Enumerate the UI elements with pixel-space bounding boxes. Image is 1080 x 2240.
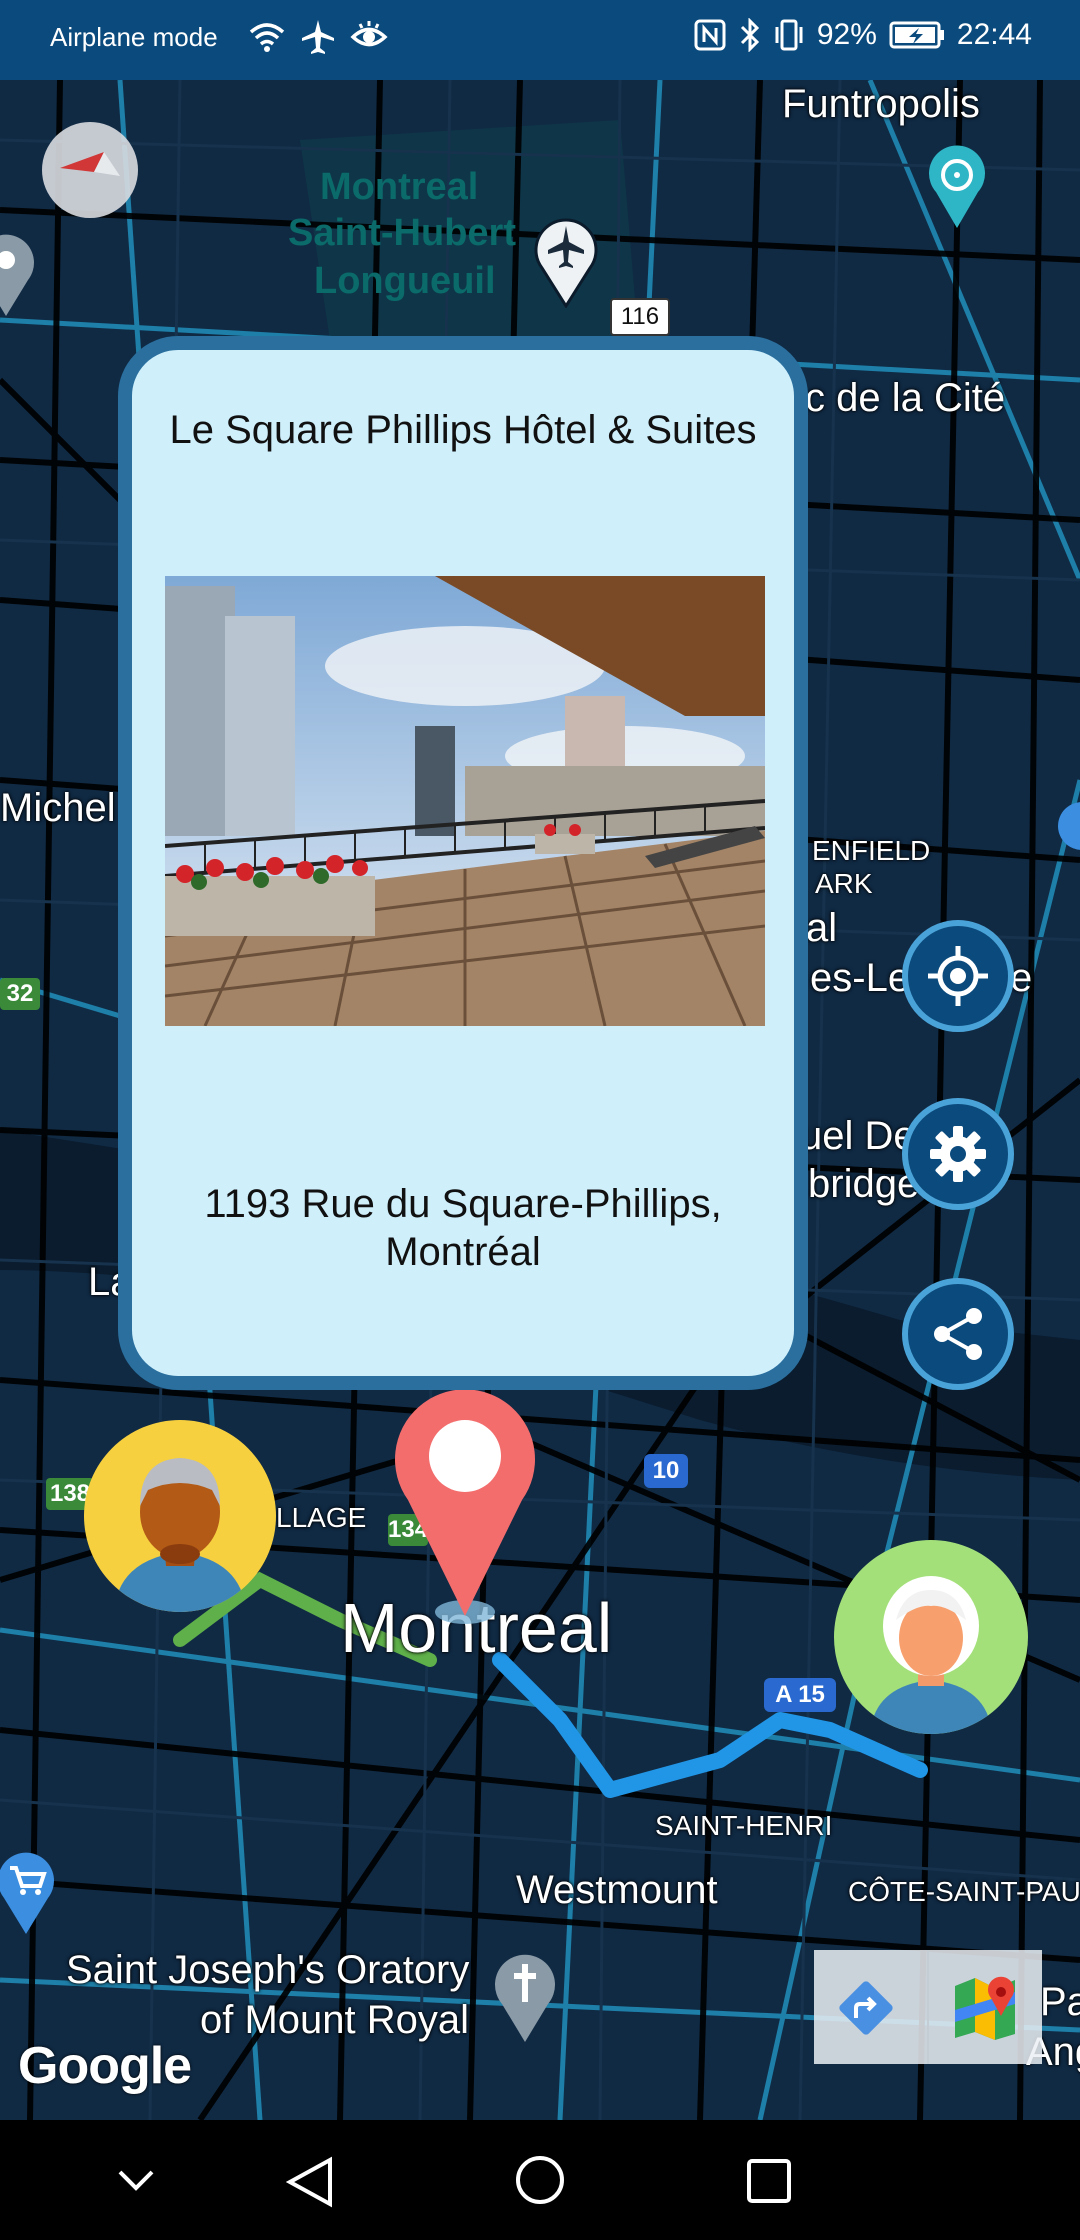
airplane-mode-text: Airplane mode <box>50 22 218 52</box>
status-bar: Airplane mode 92% 22:44 <box>0 0 1080 80</box>
destination-marker-icon[interactable] <box>392 1390 538 1630</box>
nav-back-button[interactable] <box>250 2120 370 2240</box>
my-location-button[interactable] <box>902 920 1014 1032</box>
user-avatar-woman[interactable] <box>834 1540 1028 1734</box>
road-shield-32: 32 <box>0 978 40 1010</box>
battery-percent: 92% <box>816 18 877 51</box>
compass-button[interactable] <box>42 122 138 218</box>
label-airport-1: Montreal <box>320 166 479 208</box>
place-info-card[interactable]: Le Square Phillips Hôtel & Suites 1193 R… <box>118 336 808 1390</box>
eye-icon <box>350 21 388 47</box>
place-title: Le Square Phillips Hôtel & Suites <box>169 408 757 452</box>
label-village: LLAGE <box>276 1502 367 1533</box>
my-location-icon <box>928 946 988 1006</box>
blue-edge-pin-icon[interactable] <box>1056 800 1080 870</box>
hotel-terrace-photo <box>165 576 765 1026</box>
man-avatar-icon <box>114 1458 246 1612</box>
label-westmount: Westmount <box>516 1868 718 1912</box>
home-circle-icon <box>516 2156 564 2204</box>
label-al: al <box>806 906 838 950</box>
status-icons-right: 92% 22:44 <box>693 18 1032 52</box>
share-button[interactable] <box>902 1278 1014 1390</box>
label-cite: c de la Cité <box>805 376 1006 420</box>
label-saint-henri: SAINT-HENRI <box>655 1810 833 1841</box>
nav-collapse-button[interactable] <box>76 2120 196 2240</box>
shopping-cart-pin-icon[interactable] <box>0 1846 58 1936</box>
road-shield-10: 10 <box>644 1454 688 1488</box>
label-pa: Pa <box>1040 1980 1080 2024</box>
label-cote-saint-paul: CÔTE-SAINT-PAUL <box>848 1876 1080 1907</box>
airplane-icon <box>302 20 334 54</box>
chevron-down-icon <box>118 2170 154 2191</box>
directions-button[interactable] <box>814 1950 927 2064</box>
place-photo[interactable] <box>165 576 765 1026</box>
label-oratory-2: of Mount Royal <box>200 1998 470 2042</box>
label-michel: Michel <box>0 786 116 830</box>
wifi-icon <box>249 23 285 52</box>
google-maps-icon <box>955 1976 1015 2040</box>
woman-avatar-icon <box>870 1576 992 1734</box>
grey-pin-icon[interactable] <box>0 228 38 318</box>
nav-home-button[interactable] <box>480 2120 600 2240</box>
label-uel-de: uel De <box>800 1114 916 1158</box>
clock-time: 22:44 <box>956 18 1032 51</box>
nav-recents-button[interactable] <box>708 2120 828 2240</box>
road-shield-116: 116 <box>610 298 670 336</box>
open-in-google-maps-button[interactable] <box>927 1950 1042 2064</box>
bluetooth-icon <box>740 18 759 52</box>
gear-icon <box>930 1126 986 1182</box>
user-avatar-man[interactable] <box>84 1420 276 1612</box>
settings-button[interactable] <box>902 1098 1014 1210</box>
nfc-icon <box>694 19 726 51</box>
compass-icon <box>60 152 120 176</box>
road-shield-a15: A 15 <box>764 1678 836 1712</box>
recents-square-icon <box>747 2159 791 2203</box>
label-airport-3: Longueuil <box>314 260 496 302</box>
label-oratory-1: Saint Joseph's Oratory <box>66 1948 470 1992</box>
navigation-bar <box>0 2120 1080 2240</box>
status-icons-left <box>248 18 388 56</box>
place-address: 1193 Rue du Square-Phillips, Montréal <box>204 1182 722 1274</box>
google-attribution: Google <box>18 2037 192 2095</box>
label-les-le: es-Le <box>810 956 911 1000</box>
label-bridge: bridge <box>808 1162 920 1206</box>
share-icon <box>934 1308 982 1360</box>
church-pin-icon[interactable] <box>490 1950 560 2044</box>
battery-charging-icon <box>889 21 944 49</box>
vibrate-icon <box>775 19 803 51</box>
label-park: ARK <box>815 868 873 899</box>
back-triangle-icon <box>286 2156 332 2208</box>
airport-pin-icon[interactable] <box>530 212 602 308</box>
directions-icon <box>839 1981 893 2035</box>
label-airport-2: Saint-Hubert <box>288 212 516 254</box>
google-maps-actions <box>814 1950 1042 2064</box>
amusement-park-pin-icon[interactable] <box>922 140 992 230</box>
label-funtropolis: Funtropolis <box>782 82 980 126</box>
label-penfield: ENFIELD <box>812 835 931 866</box>
